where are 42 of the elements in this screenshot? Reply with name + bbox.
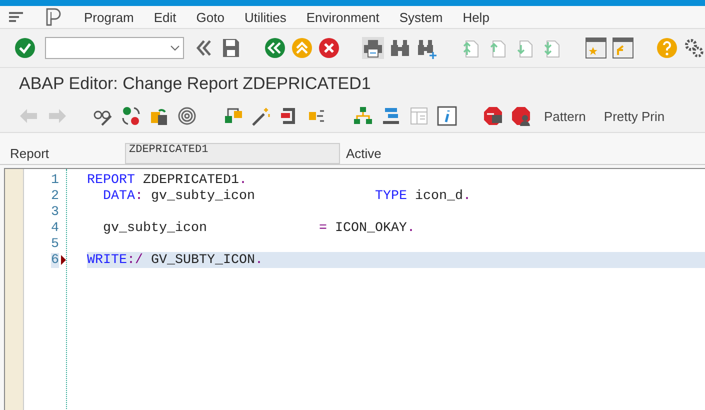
code-line[interactable]: gv_subty_icon = ICON_OKAY.	[87, 220, 705, 236]
menu-item[interactable]: Edit	[154, 10, 176, 24]
stack-icon[interactable]	[380, 105, 402, 127]
command-field[interactable]	[45, 37, 184, 59]
line-number: 3	[51, 204, 59, 220]
stop-user-icon[interactable]	[510, 105, 532, 127]
line-number: 2	[51, 188, 59, 204]
binoculars-icon[interactable]	[389, 37, 411, 59]
code-line[interactable]: REPORT ZDEPRICATED1.	[87, 172, 705, 188]
org-chart-icon[interactable]	[352, 105, 374, 127]
binoculars-plus-icon[interactable]	[416, 37, 438, 59]
print-icon[interactable]	[362, 37, 384, 59]
code-line[interactable]: DATA: gv_subty_icon TYPE icon_d.	[87, 188, 705, 204]
line-number: 1	[51, 172, 59, 188]
stop-sign-icon[interactable]	[482, 105, 504, 127]
line-number: 5	[51, 236, 59, 252]
screen-title: ABAP Editor: Change Report ZDEPRICATED1	[19, 74, 371, 94]
menu-item[interactable]: Environment	[306, 10, 380, 24]
back-icon[interactable]	[264, 37, 286, 59]
status-text: Active	[346, 146, 382, 160]
window-shortcut-icon[interactable]	[612, 37, 634, 59]
field-label: Report	[10, 146, 50, 160]
menu-item[interactable]: Goto	[196, 10, 224, 24]
dropdown-icon[interactable]	[170, 45, 180, 51]
menu-item[interactable]: System	[399, 10, 443, 24]
menu-item[interactable]: Help	[462, 10, 490, 24]
toolbar-button[interactable]: Pretty Prin	[598, 108, 671, 124]
toolbar-button[interactable]: Pattern	[538, 108, 592, 124]
report-name-field[interactable]: ZDEPRICATED1	[125, 142, 340, 164]
new-window-icon[interactable]	[585, 37, 607, 59]
magic-wand-icon[interactable]	[250, 105, 272, 127]
check-icon[interactable]	[14, 37, 36, 59]
menu-item[interactable]: Program	[84, 10, 134, 24]
save-icon[interactable]	[220, 37, 242, 59]
settings-icon[interactable]	[683, 37, 705, 59]
line-number: 4	[51, 220, 59, 236]
menu-icon[interactable]	[8, 11, 24, 23]
breakpoint-marker-icon[interactable]	[61, 255, 66, 265]
line-number: 6	[51, 252, 59, 268]
info-icon[interactable]	[436, 105, 458, 127]
cancel-icon[interactable]	[318, 37, 340, 59]
menu-item[interactable]: Utilities	[244, 10, 286, 24]
